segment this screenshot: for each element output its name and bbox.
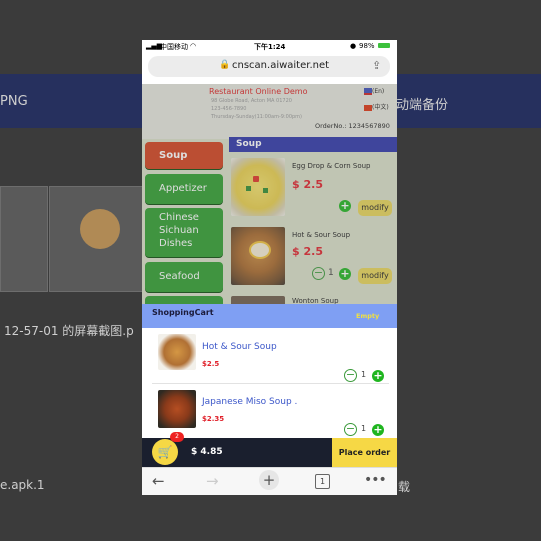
tabs-button[interactable]: 1 [315, 474, 330, 489]
forward-arrow-icon[interactable]: → [206, 472, 219, 490]
quantity-value: 1 [361, 424, 367, 433]
decrease-button[interactable]: − [344, 423, 357, 436]
background-thumbnail [49, 186, 143, 292]
place-order-button[interactable]: Place order [332, 438, 397, 467]
cart-item-name: Hot & Sour Soup [202, 342, 277, 352]
carrier-label: 中国移动 [160, 43, 188, 51]
background-right-label: 动端备份 [396, 98, 449, 113]
background-caption: 12-57-01 的屏幕截图.p [4, 324, 134, 338]
wifi-icon: ◠ [190, 42, 197, 50]
cart-icon[interactable]: 🛒 [152, 439, 178, 465]
order-bar: 🛒 2 $ 4.85 Place order [142, 432, 397, 467]
battery-icon [378, 43, 390, 48]
phone-screen: ▂▄▆ 中国移动 ◠ 下午1:24 ● 98% 🔒 cnscan.aiwaite… [142, 40, 397, 495]
quantity-value: 1 [361, 370, 367, 379]
divider [152, 383, 389, 384]
cart-dim-overlay [142, 84, 397, 310]
status-bar: ▂▄▆ 中国移动 ◠ 下午1:24 ● 98% [142, 40, 397, 54]
address-bar[interactable]: 🔒 cnscan.aiwaiter.net ⇪ [148, 56, 390, 77]
add-button[interactable]: + [372, 370, 384, 382]
cart-total: $ 4.85 [191, 447, 223, 457]
cart-item-price: $2.35 [202, 415, 225, 423]
back-arrow-icon[interactable]: ← [152, 472, 165, 490]
decrease-button[interactable]: − [344, 369, 357, 382]
share-icon[interactable]: ⇪ [372, 59, 381, 72]
background-apk-label: e.apk.1 [0, 478, 45, 492]
cart-count-badge: 2 [170, 432, 184, 442]
background-thumbnail [0, 186, 48, 292]
cart-item-name: Japanese Miso Soup . [202, 397, 298, 407]
lock-rotation-icon: ● [350, 42, 357, 50]
add-button[interactable]: + [372, 424, 384, 436]
browser-toolbar: ← → + 1 ••• [142, 467, 397, 495]
shopping-cart-header: ShoppingCart Empty [142, 304, 397, 328]
lock-icon: 🔒 [219, 60, 231, 70]
cart-item-price: $2.5 [202, 360, 220, 368]
url-text: cnscan.aiwaiter.net [232, 60, 330, 71]
battery-percent: 98% [359, 42, 375, 50]
background-png-label: PNG [0, 94, 28, 109]
new-tab-plus-icon[interactable]: + [259, 470, 279, 490]
cart-item-photo [158, 390, 196, 428]
background-fragment: 载 [398, 480, 411, 494]
cart-item-photo [158, 334, 196, 370]
cart-list: Hot & Sour Soup $2.5 − 1 + Japanese Miso… [142, 328, 397, 438]
empty-cart-button[interactable]: Empty [356, 312, 379, 320]
shopping-cart-title: ShoppingCart [152, 308, 214, 317]
clock: 下午1:24 [254, 43, 286, 51]
more-menu-icon[interactable]: ••• [364, 472, 387, 488]
